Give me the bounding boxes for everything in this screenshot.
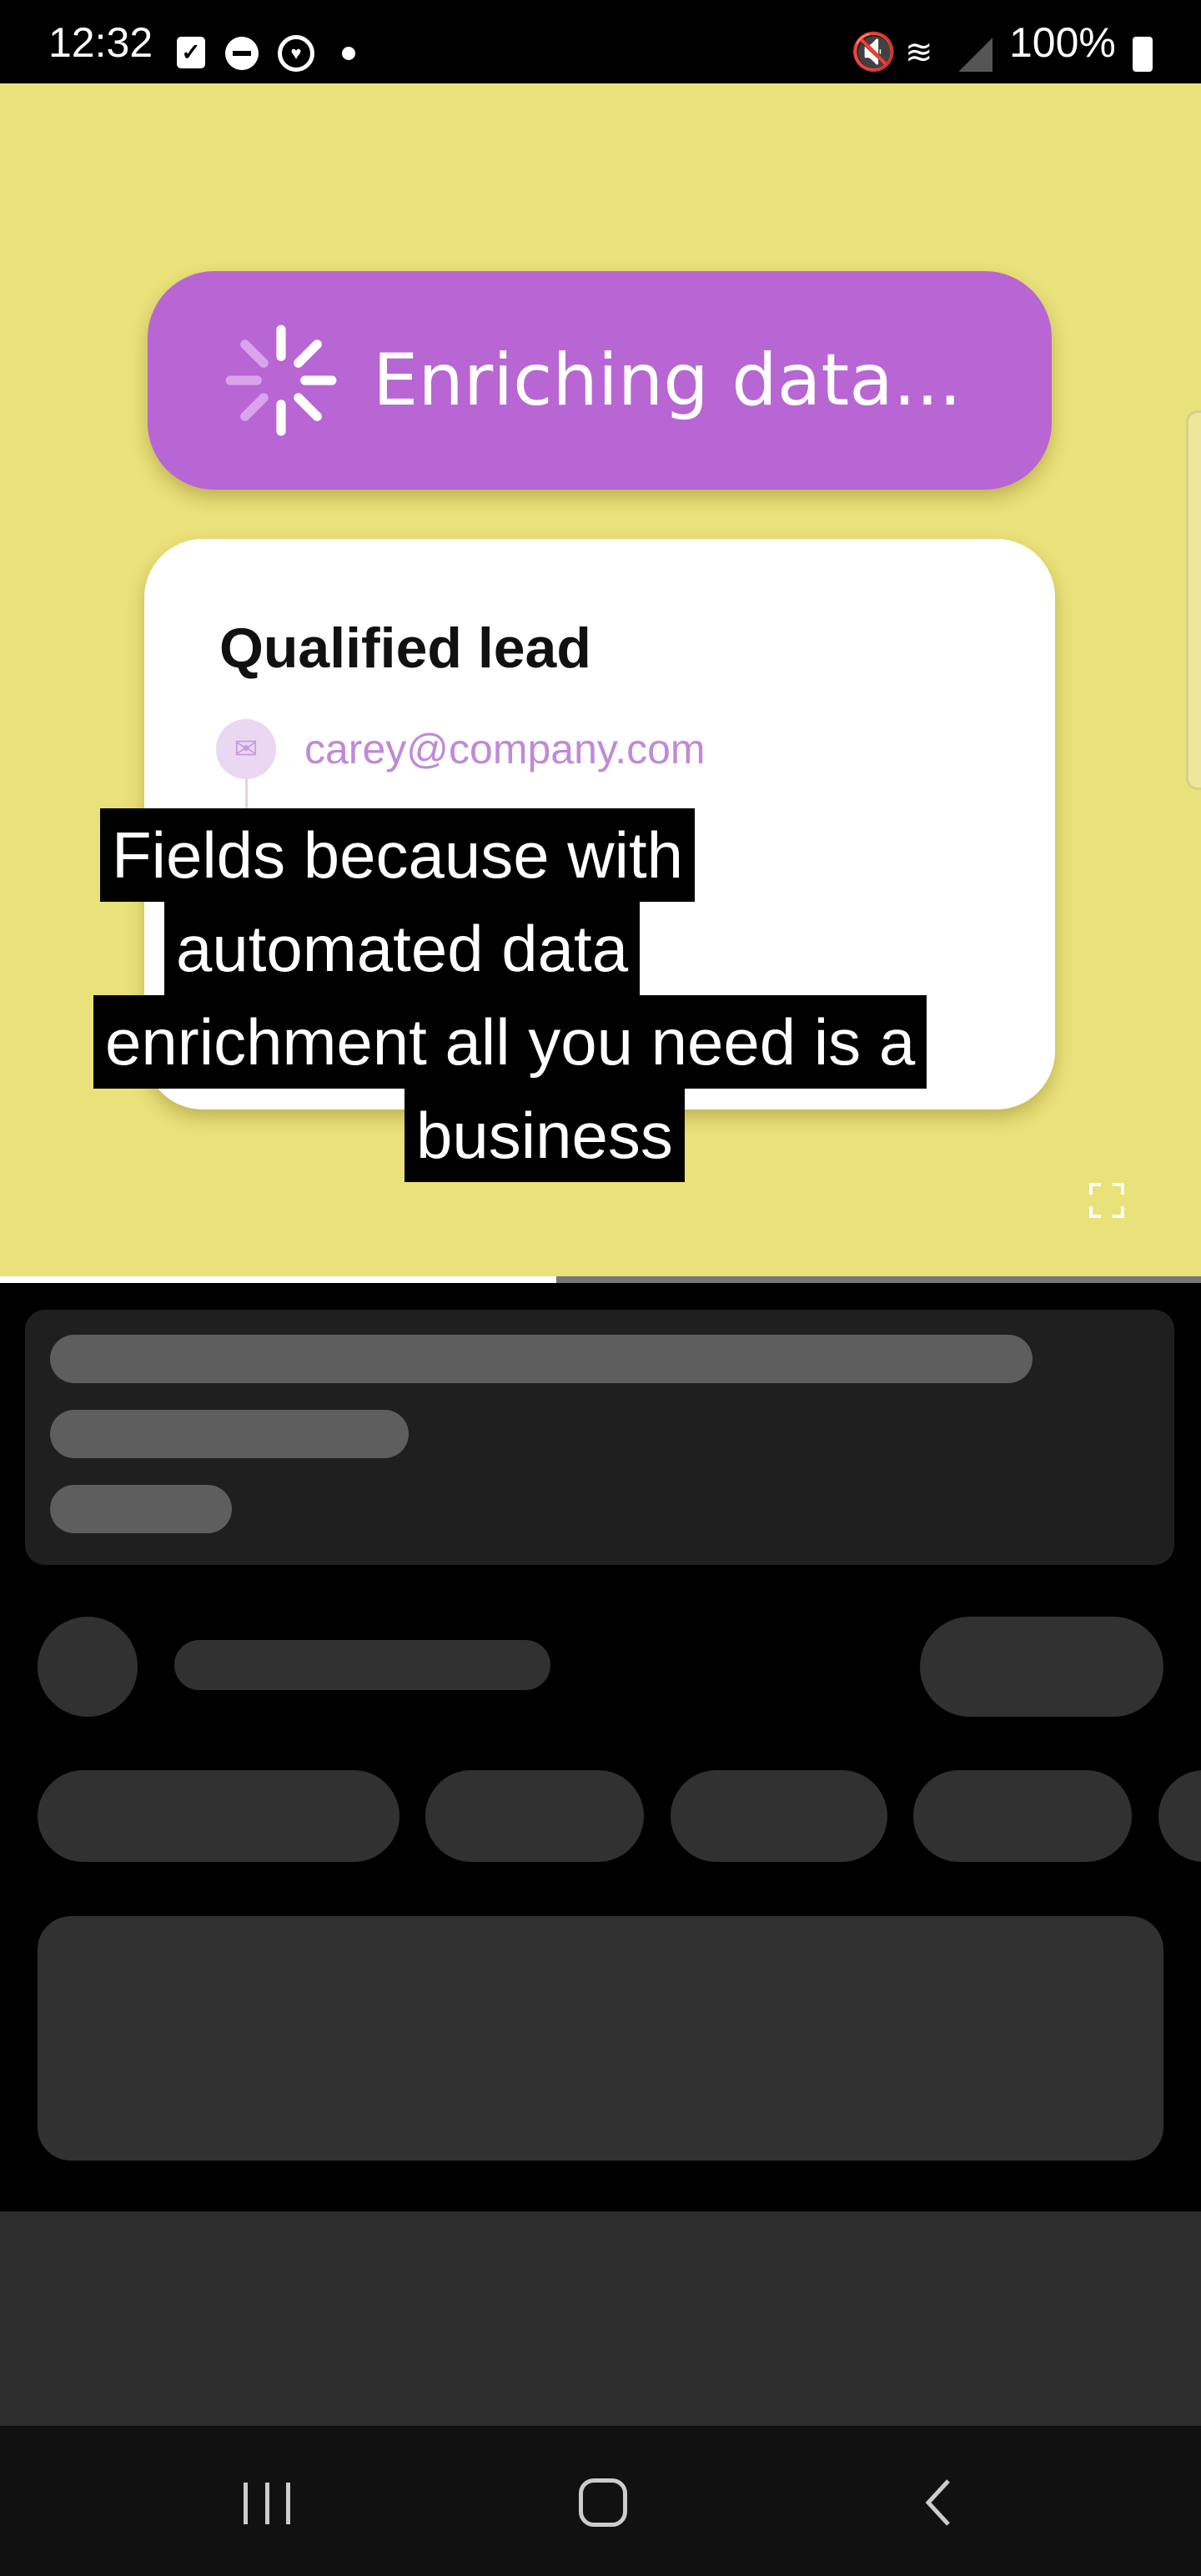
dnd-icon <box>225 37 259 70</box>
progress-fill <box>0 1276 556 1283</box>
subscribe-button-placeholder <box>920 1617 1163 1717</box>
action-chip-placeholder <box>38 1770 399 1862</box>
back-icon[interactable] <box>922 2478 955 2528</box>
wifi-6e-icon: ≋ <box>905 34 933 71</box>
mail-icon: ✉ <box>216 719 276 779</box>
comments-placeholder <box>0 2211 1201 2426</box>
video-progress-bar[interactable] <box>0 1276 1201 1283</box>
description-placeholder <box>38 1916 1163 2161</box>
action-chip-placeholder <box>425 1770 644 1862</box>
action-chip-placeholder <box>1158 1770 1201 1862</box>
banner-text: Enriching data... <box>373 339 962 422</box>
battery-percent: 100% <box>1009 19 1116 66</box>
recents-icon[interactable] <box>244 2483 290 2524</box>
caption-line: business <box>405 1089 685 1182</box>
enriching-banner: Enriching data... <box>148 271 1052 490</box>
skeleton-line <box>50 1410 409 1458</box>
title-placeholder-card <box>25 1310 1174 1565</box>
signal-icon <box>959 37 992 72</box>
action-chip-placeholder <box>913 1770 1132 1862</box>
heart-sync-icon: ♥ <box>278 35 314 72</box>
channel-avatar-placeholder <box>38 1617 138 1717</box>
caption-line: Fields because with <box>100 808 696 902</box>
action-chip-placeholder <box>671 1770 887 1862</box>
caption-line: automated data <box>164 902 641 995</box>
side-card-edge <box>1186 410 1201 790</box>
lead-title: Qualified lead <box>219 616 591 680</box>
mute-icon: 🔇 <box>851 32 897 73</box>
lead-email: carey@company.com <box>304 726 706 772</box>
home-icon[interactable] <box>579 2478 627 2527</box>
video-player[interactable]: Enriching data... Qualified lead ✉ carey… <box>0 83 1201 1281</box>
skeleton-line <box>50 1485 232 1533</box>
caption-line: enrichment all you need is a <box>93 995 927 1089</box>
dot-icon <box>342 47 355 60</box>
navigation-bar <box>0 2426 1201 2576</box>
status-bar: 12:32 ✓ ♥ 🔇 ≋ 100% <box>0 0 1201 83</box>
checkbox-icon: ✓ <box>177 37 205 68</box>
loading-spinner-icon <box>225 325 337 436</box>
clock: 12:32 <box>48 19 153 66</box>
skeleton-line <box>50 1335 1033 1383</box>
fullscreen-icon[interactable] <box>1089 1183 1124 1218</box>
battery-icon <box>1133 37 1153 72</box>
channel-name-placeholder <box>174 1640 550 1690</box>
